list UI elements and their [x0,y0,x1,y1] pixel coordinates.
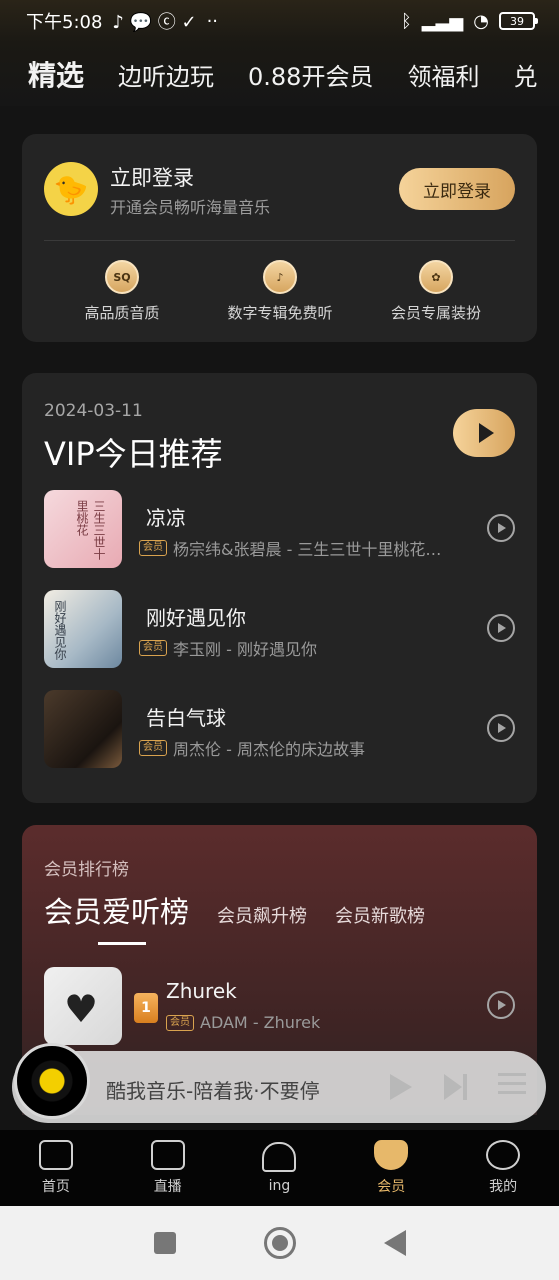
bluetooth-icon: ᛒ [400,10,412,32]
play-icon[interactable] [487,614,515,642]
heart-icon: ♥ [64,987,99,1031]
song-row[interactable]: 刚好遇见你 刚好遇见你 会员 李玉刚 - 刚好遇见你 [44,590,515,670]
tab-member-new[interactable]: 会员新歌榜 [335,902,425,928]
home-button[interactable] [263,1227,296,1259]
song-title: 凉凉 [146,506,186,530]
tab-member-favorite[interactable]: 会员爱听榜 [44,889,189,945]
nav-home[interactable]: 首页 [16,1140,96,1196]
avatar[interactable]: 🐤 [44,162,98,216]
nav-live[interactable]: 直播 [128,1140,208,1196]
perk-label: 会员专属装扮 [390,304,481,322]
status-time: 下午5:08 [26,12,103,33]
divider [44,240,515,241]
perk-quality[interactable]: SQ 高品质音质 [42,260,202,323]
login-title[interactable]: 立即登录 [110,162,194,192]
status-left: 下午5:08 ♪ 💬 ⓒ ✓ ·· [26,8,218,34]
perk-decoration[interactable]: ✿ 会员专属装扮 [356,260,516,323]
login-card: 🐤 立即登录 开通会员畅听海量音乐 立即登录 SQ 高品质音质 ♪ 数字专辑免费… [22,134,537,342]
headphones-icon [262,1142,297,1172]
play-icon[interactable] [487,514,515,542]
perk-label: 高品质音质 [84,304,160,322]
song-row[interactable]: 三生三世十里桃花 凉凉 会员 杨宗纬&张碧晨 - 三生三世十里桃花… [44,490,515,570]
play-icon[interactable] [487,991,515,1019]
perk-label: 数字专辑免费听 [227,304,333,322]
vip-title: VIP今日推荐 [44,435,223,473]
perk-digital-album[interactable]: ♪ 数字专辑免费听 [200,260,360,323]
album-cover: 刚好遇见你 [44,590,122,668]
cover-text: 三生三世十里桃花 [75,500,106,560]
vip-badge: 会员 [139,640,167,656]
user-icon [486,1140,521,1170]
notification-icons: ♪ 💬 ⓒ ✓ [112,12,197,33]
nav-label: 直播 [153,1179,182,1195]
song-title: 告白气球 [146,706,226,730]
nav-label: 会员 [377,1179,406,1195]
recent-apps-button[interactable] [153,1232,176,1254]
top-tabs: 精选 边听边玩 0.88开会员 领福利 兑 [0,42,559,106]
song-meta: 会员 ADAM - Zhurek [166,1013,320,1032]
tab-benefits[interactable]: 领福利 [407,57,479,92]
mini-player[interactable]: 酷我音乐-陪着我·不要停 [12,1043,546,1123]
song-title: 刚好遇见你 [146,606,246,630]
nav-label: 我的 [489,1179,518,1195]
login-button[interactable]: 立即登录 [399,168,515,210]
album-cover: 三生三世十里桃花 [44,490,122,568]
play-icon[interactable] [386,1073,414,1101]
ranking-kicker: 会员排行榜 [44,860,129,880]
tab-redeem[interactable]: 兑 [513,57,537,92]
diamond-icon [374,1140,409,1170]
wifi-icon: ◔ [473,10,489,32]
music-album-icon: ♪ [263,260,297,294]
signal-icon: ▂▃▅ [421,10,464,32]
song-artist: 杨宗纬&张碧晨 - 三生三世十里桃花… [173,540,442,559]
rank-badge: 1 [134,993,158,1023]
ranking-song-row[interactable]: ♥ 1 Zhurek 会员 ADAM - Zhurek [44,967,515,1047]
status-right: ᛒ ▂▃▅ ◔ 39 [400,10,538,32]
song-meta: 会员 李玉刚 - 刚好遇见你 [139,636,317,660]
home-icon [38,1140,73,1170]
login-subtitle: 开通会员畅听海量音乐 [110,198,271,217]
tab-membership-offer[interactable]: 0.88开会员 [248,57,373,92]
song-artist: ADAM - Zhurek [200,1013,321,1032]
vinyl-disc-icon[interactable] [14,1043,90,1119]
song-artist: 周杰伦 - 周杰伦的床边故事 [173,740,365,759]
nav-ing[interactable]: ing [239,1142,319,1194]
play-icon[interactable] [487,714,515,742]
cover-text: 刚好遇见你 [53,600,67,660]
battery-icon: 39 [499,12,538,30]
tab-listen-play[interactable]: 边听边玩 [118,57,214,92]
album-cover [44,690,122,768]
battery-level: 39 [510,14,524,28]
back-button[interactable] [383,1230,406,1256]
song-row[interactable]: 告白气球 会员 周杰伦 - 周杰伦的床边故事 [44,690,515,770]
song-meta: 会员 杨宗纬&张碧晨 - 三生三世十里桃花… [139,536,441,560]
song-meta: 会员 周杰伦 - 周杰伦的床边故事 [139,736,365,760]
song-artist: 李玉刚 - 刚好遇见你 [173,640,317,659]
playlist-icon[interactable] [498,1073,526,1101]
status-bar: 下午5:08 ♪ 💬 ⓒ ✓ ·· ᛒ ▂▃▅ ◔ 39 [0,0,559,42]
vip-badge: 会员 [139,740,167,756]
ranking-tabs: 会员爱听榜 会员飙升榜 会员新歌榜 [44,889,425,945]
vip-date: 2024-03-11 [44,401,143,421]
tab-featured[interactable]: 精选 [28,54,85,96]
vip-recommendation-card: 2024-03-11 VIP今日推荐 三生三世十里桃花 凉凉 会员 杨宗纬&张碧… [22,373,537,803]
nav-label: 首页 [41,1179,70,1195]
nav-profile[interactable]: 我的 [463,1140,543,1196]
nav-member[interactable]: 会员 [351,1140,431,1196]
vip-badge: 会员 [166,1014,194,1031]
shirt-icon: ✿ [419,260,453,294]
next-icon[interactable] [442,1073,470,1101]
nav-label: ing [268,1178,291,1194]
quality-icon: SQ [105,260,139,294]
video-icon [150,1140,185,1170]
bottom-navigation: 首页 直播 ing 会员 我的 [0,1130,559,1206]
vip-badge: 会员 [139,540,167,556]
play-all-button[interactable] [453,409,515,457]
song-title: Zhurek [166,979,237,1003]
album-cover: ♥ [44,967,122,1045]
status-extra: ·· [206,10,219,32]
system-navigation [0,1206,559,1280]
tab-member-rising[interactable]: 会员飙升榜 [217,902,307,928]
now-playing-text[interactable]: 酷我音乐-陪着我·不要停 [106,1075,321,1104]
